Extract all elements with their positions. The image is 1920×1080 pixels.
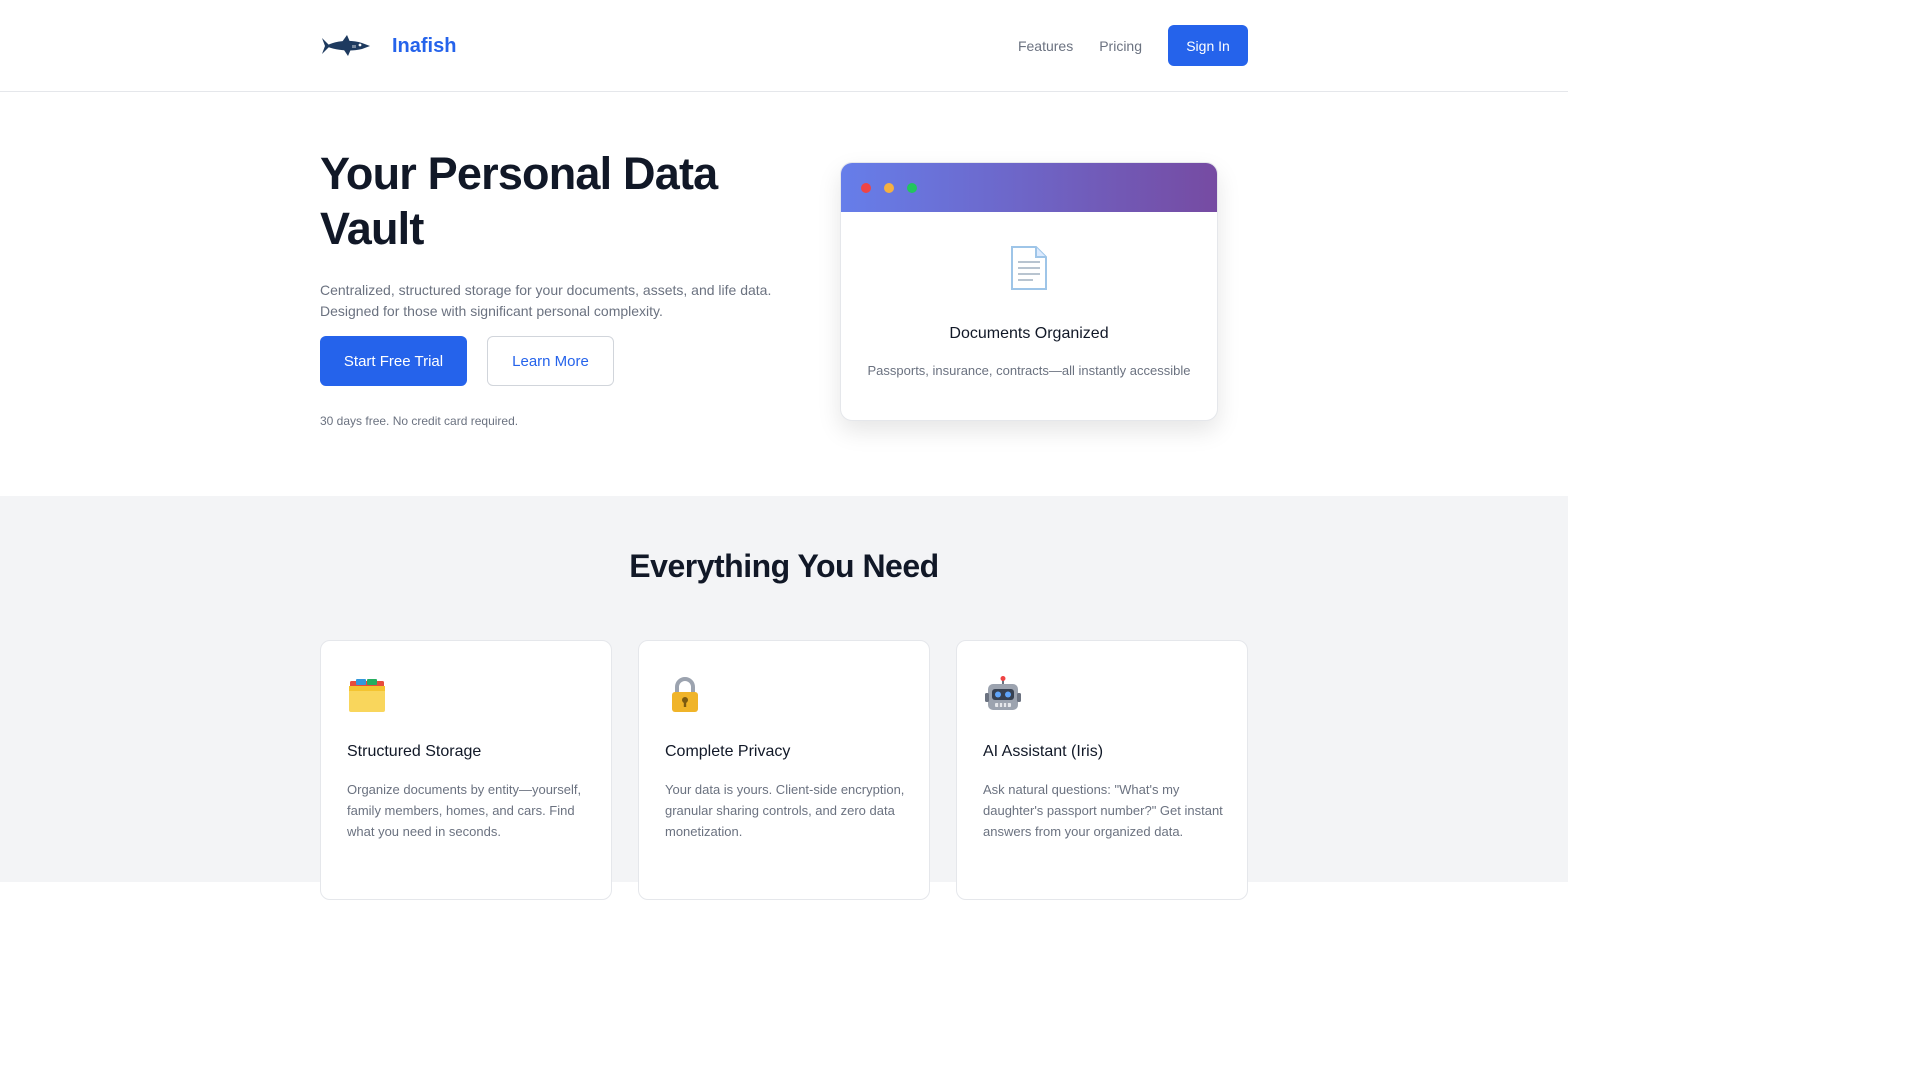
window-title-bar [841, 163, 1217, 212]
preview-description: Passports, insurance, contracts—all inst… [867, 363, 1191, 378]
preview-title: Documents Organized [949, 325, 1109, 342]
lock-icon [665, 675, 705, 715]
shark-logo-icon [320, 26, 372, 66]
logo-link[interactable]: Inafish [320, 26, 456, 66]
learn-more-button[interactable]: Learn More [487, 336, 614, 386]
top-nav: Features Pricing Sign In [1018, 25, 1248, 66]
nav-link-features[interactable]: Features [1018, 38, 1073, 54]
window-minimize-dot [884, 182, 894, 193]
trial-note: 30 days free. No credit card required. [320, 414, 519, 428]
hero-subtitle: Centralized, structured storage for your… [320, 282, 772, 319]
window-close-dot [861, 182, 871, 193]
hero-title: Your Personal Data Vault [320, 148, 718, 254]
feature-title: Structured Storage [347, 743, 482, 760]
feature-description: Organize documents by entity—yourself, f… [347, 782, 582, 839]
features-section: Everything You Need Structured Storage O… [0, 496, 1568, 900]
preview-card: Documents Organized Passports, insurance… [840, 162, 1218, 421]
feature-card-structured-storage: Structured Storage Organize documents by… [320, 640, 612, 900]
robot-icon [983, 675, 1023, 715]
feature-card-ai-assistant: AI Assistant (Iris) Ask natural question… [956, 640, 1248, 900]
feature-title: Complete Privacy [665, 743, 791, 760]
nav-link-pricing[interactable]: Pricing [1099, 38, 1142, 54]
document-icon [841, 245, 1217, 291]
site-header: Inafish Features Pricing Sign In [0, 0, 1568, 92]
start-free-trial-button[interactable]: Start Free Trial [320, 336, 467, 386]
window-maximize-dot [907, 182, 917, 193]
feature-description: Your data is yours. Client-side encrypti… [665, 782, 905, 839]
card-file-box-icon [347, 675, 387, 715]
feature-description: Ask natural questions: "What's my daught… [983, 782, 1223, 839]
feature-card-complete-privacy: Complete Privacy Your data is yours. Cli… [638, 640, 930, 900]
features-title: Everything You Need [629, 548, 939, 584]
sign-in-button[interactable]: Sign In [1168, 25, 1248, 66]
feature-title: AI Assistant (Iris) [983, 743, 1104, 760]
brand-name: Inafish [392, 34, 457, 57]
